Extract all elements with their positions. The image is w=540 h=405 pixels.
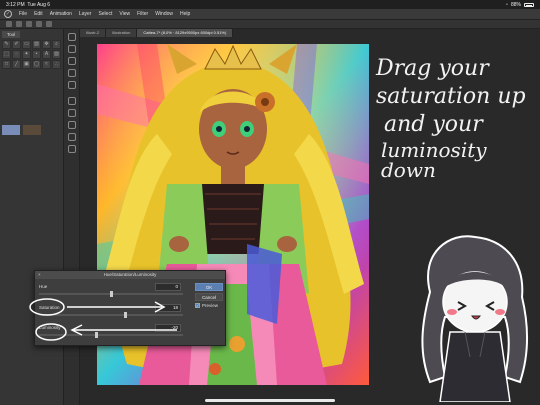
document-tab[interactable]: Illustr-2 bbox=[80, 29, 107, 37]
history-icon[interactable] bbox=[68, 97, 76, 105]
saturation-value-field[interactable]: 18 bbox=[155, 304, 181, 312]
dialog-titlebar[interactable]: × Hue/Saturation/Luminosity bbox=[35, 271, 225, 279]
annotation-line-3: and your bbox=[384, 112, 483, 137]
menu-layer[interactable]: Layer bbox=[79, 11, 92, 17]
saturation-label: Saturation bbox=[39, 305, 60, 310]
command-icon[interactable] bbox=[16, 21, 22, 27]
luminosity-value-field[interactable]: -20 bbox=[155, 324, 181, 332]
document-tab-active[interactable]: Cattea-7* (8.0% · 8129x9500px 600dpi 0.5… bbox=[137, 29, 234, 37]
color-swatches bbox=[2, 125, 41, 135]
menu-select[interactable]: Select bbox=[98, 11, 112, 17]
close-icon[interactable]: × bbox=[38, 271, 41, 279]
ruler-tool-icon[interactable]: ╱ bbox=[12, 60, 21, 69]
ok-button[interactable]: OK bbox=[195, 283, 223, 291]
quick-access-icon[interactable] bbox=[68, 133, 76, 141]
wifi-icon: ◔ bbox=[504, 2, 508, 8]
preview-checkbox[interactable]: ✓ bbox=[195, 303, 200, 308]
dialog-title: Hue/Saturation/Luminosity bbox=[103, 272, 157, 277]
menu-view[interactable]: View bbox=[119, 11, 130, 17]
annotation-line-1: Drag your bbox=[376, 56, 489, 81]
document-tabs: Illustr-2 Illustration Cattea-7* (8.0% ·… bbox=[80, 29, 234, 37]
luminosity-row: Luminosity -20 bbox=[39, 324, 187, 338]
select-tool-icon[interactable]: ⬚ bbox=[2, 50, 11, 59]
pen-tool-icon[interactable]: ✎ bbox=[2, 40, 11, 49]
vertical-tool-column bbox=[64, 29, 80, 405]
fill-tool-icon[interactable]: ▨ bbox=[32, 40, 41, 49]
command-icon[interactable] bbox=[46, 21, 52, 27]
saturation-slider[interactable] bbox=[39, 314, 183, 316]
move-tool-icon[interactable]: ✥ bbox=[42, 40, 51, 49]
hue-slider-knob[interactable] bbox=[109, 291, 113, 297]
luminosity-slider[interactable] bbox=[39, 334, 183, 336]
chibi-doodle bbox=[421, 235, 528, 402]
menu-file[interactable]: File bbox=[19, 11, 27, 17]
status-time: 3:12 PM bbox=[6, 2, 25, 8]
luminosity-slider-knob[interactable] bbox=[95, 332, 99, 338]
command-bar bbox=[0, 20, 540, 29]
wand-tool-icon[interactable]: ✦ bbox=[22, 50, 31, 59]
menu-filter[interactable]: Filter bbox=[137, 11, 148, 17]
gradient-tool-icon[interactable]: ▧ bbox=[52, 50, 61, 59]
app-logo-icon[interactable]: ✓ bbox=[4, 10, 12, 18]
tool-tab[interactable]: Tool bbox=[2, 31, 21, 38]
eraser-tool-icon[interactable]: ▭ bbox=[22, 40, 31, 49]
text-tool-icon[interactable]: A bbox=[42, 50, 51, 59]
menu-bar: ✓ File Edit Animation Layer Select View … bbox=[0, 9, 540, 20]
layer-icon[interactable] bbox=[68, 45, 76, 53]
status-date: Tue Aug 6 bbox=[27, 2, 51, 8]
blend-tool-icon[interactable]: ≈ bbox=[42, 60, 51, 69]
command-icon[interactable] bbox=[36, 21, 42, 27]
tool-panel: Tool ✎ ✐ ▭ ▨ ✥ ⌕ ⬚ ◌ ✦ • A ▧ □ ╱ ▣ ◯ ≈ ∴ bbox=[0, 29, 64, 405]
saturation-row: Saturation 18 bbox=[39, 304, 187, 318]
hsl-dialog: × Hue/Saturation/Luminosity Hue 0 Satura… bbox=[29, 270, 226, 346]
home-indicator bbox=[205, 399, 335, 402]
hue-value-field[interactable]: 0 bbox=[155, 283, 181, 291]
command-icon[interactable] bbox=[6, 21, 12, 27]
luminosity-label: Luminosity bbox=[39, 325, 61, 330]
main-color-swatch[interactable] bbox=[2, 125, 20, 135]
menu-window[interactable]: Window bbox=[155, 11, 173, 17]
document-tab[interactable]: Illustration bbox=[106, 29, 138, 37]
sub-color-swatch[interactable] bbox=[23, 125, 41, 135]
material-icon[interactable] bbox=[68, 81, 76, 89]
annotation-line-4: luminosity down bbox=[381, 138, 487, 182]
annotation-arrows bbox=[29, 298, 177, 341]
status-right: ◔ 88% bbox=[505, 2, 534, 8]
shape-tool-icon[interactable]: □ bbox=[2, 60, 11, 69]
status-bar: 3:12 PM Tue Aug 6 ◔ 88% bbox=[0, 0, 540, 9]
lasso-tool-icon[interactable]: ◌ bbox=[12, 50, 21, 59]
balloon-tool-icon[interactable]: ◯ bbox=[32, 60, 41, 69]
zoom-tool-icon[interactable]: ⌕ bbox=[52, 40, 61, 49]
property-icon[interactable] bbox=[68, 109, 76, 117]
battery-percent: 88% bbox=[510, 2, 521, 8]
airbrush-tool-icon[interactable]: ∴ bbox=[52, 60, 61, 69]
menu-edit[interactable]: Edit bbox=[34, 11, 43, 17]
battery-icon bbox=[524, 3, 534, 7]
preview-label: Preview bbox=[202, 303, 219, 308]
color-wheel-icon[interactable] bbox=[68, 69, 76, 77]
brush-size-icon[interactable] bbox=[68, 57, 76, 65]
saturation-slider-knob[interactable] bbox=[123, 312, 127, 318]
menu-animation[interactable]: Animation bbox=[50, 11, 72, 17]
preview-checkbox-row[interactable]: ✓ Preview bbox=[195, 303, 218, 308]
menu-help[interactable]: Help bbox=[180, 11, 190, 17]
frame-tool-icon[interactable]: ▣ bbox=[22, 60, 31, 69]
status-time-date: 3:12 PM Tue Aug 6 bbox=[6, 2, 50, 8]
command-icon[interactable] bbox=[26, 21, 32, 27]
search-icon[interactable] bbox=[68, 145, 76, 153]
brush-tool-icon[interactable]: ✐ bbox=[12, 40, 21, 49]
settings-icon[interactable] bbox=[68, 121, 76, 129]
hue-label: Hue bbox=[39, 284, 48, 289]
tool-grid: ✎ ✐ ▭ ▨ ✥ ⌕ ⬚ ◌ ✦ • A ▧ □ ╱ ▣ ◯ ≈ ∴ bbox=[2, 40, 61, 69]
annotation-line-2: saturation up bbox=[376, 84, 526, 109]
cancel-button[interactable]: Cancel bbox=[195, 293, 223, 301]
hue-row: Hue 0 bbox=[39, 283, 187, 297]
eyedropper-tool-icon[interactable]: • bbox=[32, 50, 41, 59]
navigator-icon[interactable] bbox=[68, 33, 76, 41]
